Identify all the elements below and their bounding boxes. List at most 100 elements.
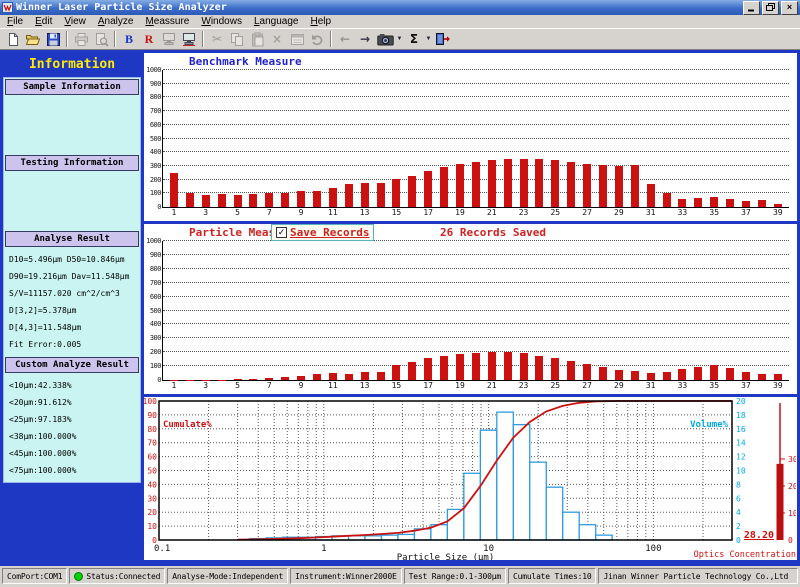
analyse-result-body: D10=5.496μm D50=10.846μmD90=19.216μm Dav… (4, 248, 140, 356)
bar (313, 191, 321, 207)
bar (647, 184, 655, 207)
screen-active-button[interactable] (179, 30, 199, 48)
bar-slot: 23 (516, 241, 532, 380)
save-records-checkbox[interactable]: ✓ (276, 227, 287, 238)
menu-item-edit[interactable]: Edit (29, 16, 58, 27)
open-file-button[interactable] (23, 30, 43, 48)
print-preview-button[interactable] (91, 30, 111, 48)
bar-slot: 39 (770, 70, 786, 207)
bar (583, 164, 591, 207)
bar-slot (531, 241, 547, 380)
x-axis-label: 17 (423, 208, 433, 217)
bar-slot: 27 (579, 241, 595, 380)
bar-slot (659, 70, 675, 207)
bar-slot: 17 (420, 70, 436, 207)
bar-slot: 35 (706, 70, 722, 207)
bar (472, 162, 480, 207)
bar (377, 372, 385, 380)
bar-slot: 21 (484, 241, 500, 380)
svg-text:8: 8 (736, 480, 741, 489)
save-records-control[interactable]: ✓ Save Records (271, 224, 374, 241)
svg-text:10: 10 (788, 509, 796, 518)
menu-item-analyze[interactable]: Analyze (92, 16, 140, 27)
cumulate-axis-labels: 0102030405060708090100 (144, 397, 157, 545)
svg-text:6: 6 (736, 494, 741, 503)
x-axis-label: 7 (267, 381, 272, 390)
close-button[interactable]: × (781, 1, 798, 15)
status-analyse-mode: Analyse-Mode:Independent (167, 568, 288, 584)
bar-slot: 25 (547, 241, 563, 380)
bar (265, 378, 273, 380)
measuring-chart: Particle Measuring ✓ Save Records 26 Rec… (144, 224, 797, 394)
bar (440, 356, 448, 380)
bar-slot: 33 (675, 241, 691, 380)
bar (170, 173, 178, 207)
bold-red-r-button[interactable]: R (139, 30, 159, 48)
x-axis-label: 9 (299, 208, 304, 217)
bold-blue-b-button[interactable]: B (119, 30, 139, 48)
bar-slot: 5 (230, 241, 246, 380)
bar-slot: 19 (452, 70, 468, 207)
bar (758, 200, 766, 207)
bar-slot (690, 70, 706, 207)
undo-button[interactable] (307, 30, 327, 48)
sigma-button[interactable]: Σ (404, 30, 424, 48)
menu-item-meassure[interactable]: Meassure (139, 16, 195, 27)
new-file-button[interactable] (3, 30, 23, 48)
bar (710, 365, 718, 380)
bar (440, 167, 448, 207)
toolbar: BR ✂ × ←→ ▼Σ▼ (0, 28, 800, 50)
x-axis-label: 37 (741, 381, 751, 390)
bar-slot (277, 241, 293, 380)
bar-slot (563, 241, 579, 380)
menu-item-language[interactable]: Language (248, 16, 305, 27)
menu-item-help[interactable]: Help (304, 16, 337, 27)
bar (488, 160, 496, 207)
result-line: <45μm:100.000% (9, 445, 135, 462)
bar (678, 369, 686, 380)
bar-slot (245, 70, 261, 207)
svg-text:20: 20 (147, 508, 157, 517)
exit-button[interactable] (433, 30, 453, 48)
status-cumulate-times: Cumulate Times:10 (508, 568, 596, 584)
back-arrow-button[interactable]: ← (335, 30, 355, 48)
paste-button[interactable] (247, 30, 267, 48)
bar-slot: 37 (738, 70, 754, 207)
save-file-button[interactable] (43, 30, 63, 48)
print-button[interactable] (71, 30, 91, 48)
bar-slot: 13 (357, 70, 373, 207)
copy-button[interactable] (227, 30, 247, 48)
minimize-button[interactable] (743, 1, 760, 15)
undo-icon (310, 33, 325, 46)
cut-button[interactable]: ✂ (207, 30, 227, 48)
properties-button[interactable] (287, 30, 307, 48)
x-axis-label: 1 (172, 381, 177, 390)
sigma-dropdown-button[interactable]: ▼ (424, 30, 433, 48)
bar (265, 193, 273, 207)
distribution-plot: 0102030405060708090100024681012141618200… (144, 397, 796, 560)
bar (329, 373, 337, 380)
y-axis-label: 900 (143, 80, 161, 88)
restore-button[interactable] (762, 1, 779, 15)
y-axis-label: 900 (143, 251, 161, 259)
toolbar-separator (66, 31, 68, 47)
menu-item-view[interactable]: View (58, 16, 92, 27)
camera-dropdown-button[interactable]: ▼ (395, 30, 404, 48)
forward-arrow-button[interactable]: → (355, 30, 375, 48)
save-records-label[interactable]: Save Records (290, 226, 369, 239)
bar (234, 195, 242, 207)
x-axis-label: 1 (172, 208, 177, 217)
menu-item-file[interactable]: File (1, 16, 29, 27)
connected-indicator-icon (74, 572, 83, 581)
menu-item-windows[interactable]: Windows (195, 16, 248, 27)
bar (218, 194, 226, 207)
bold-red-r-icon: R (145, 33, 154, 45)
bar (599, 165, 607, 207)
bar-series: 13579111315171921232527293133353739 (166, 241, 786, 380)
svg-text:14: 14 (736, 439, 746, 448)
screen-normal-button[interactable] (159, 30, 179, 48)
bar-slot: 29 (611, 241, 627, 380)
y-axis-label: 700 (143, 107, 161, 115)
delete-button[interactable]: × (267, 30, 287, 48)
camera-button[interactable] (375, 30, 395, 48)
